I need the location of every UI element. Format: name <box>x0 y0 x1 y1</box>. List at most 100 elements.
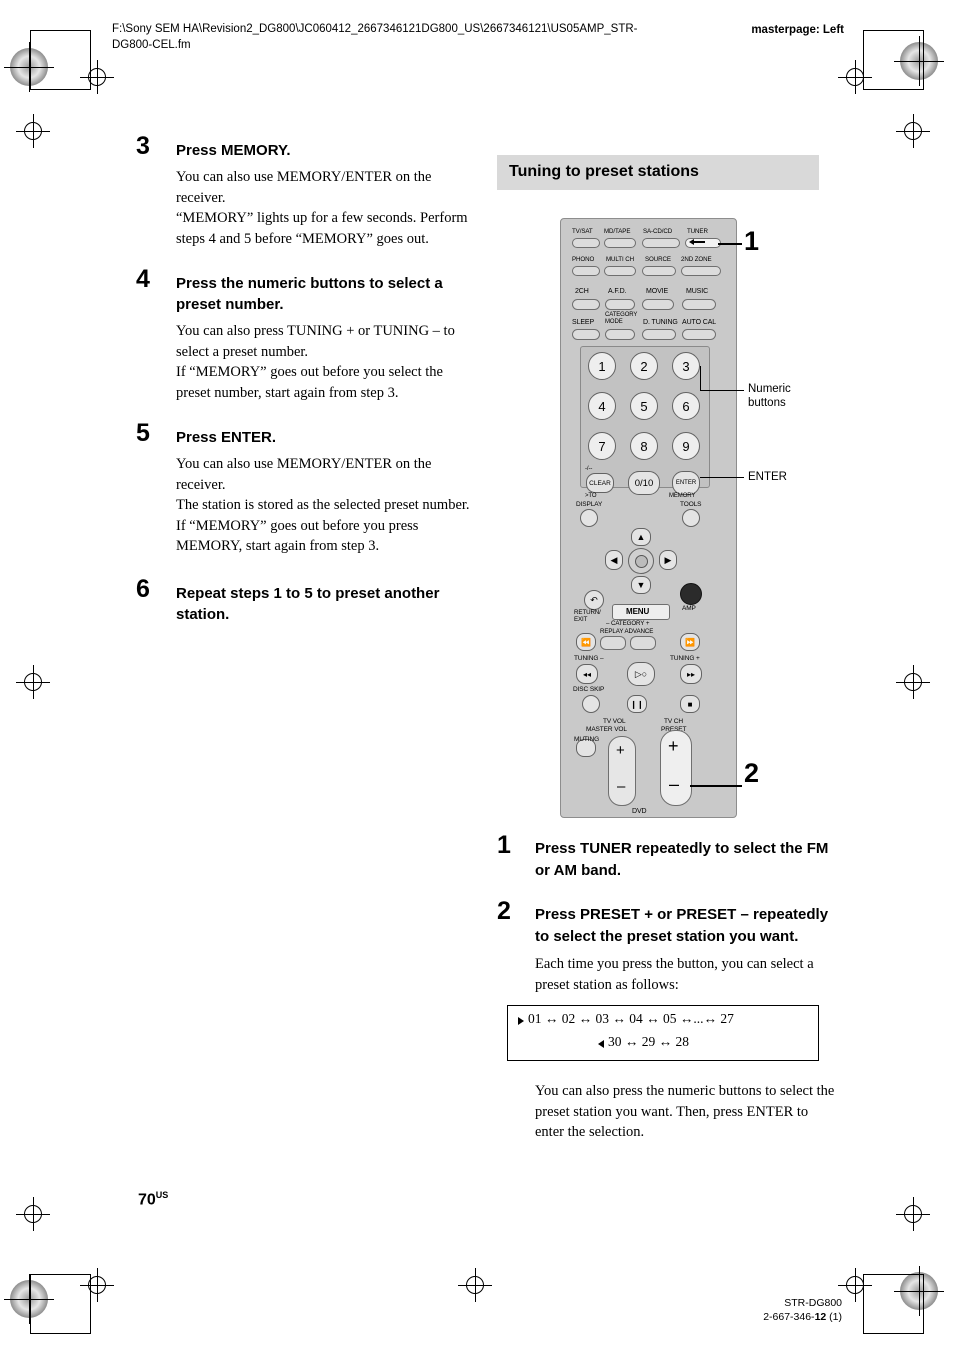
remote-button-advance[interactable] <box>630 636 656 650</box>
remote-button-next-track[interactable]: ⏩ <box>680 633 700 651</box>
remote-key-1[interactable]: 1 <box>588 352 616 380</box>
remote-label-multich: MULTI CH <box>606 256 634 263</box>
remote-button-multich[interactable] <box>604 266 636 276</box>
remote-button-rewind[interactable]: ◂◂ <box>576 664 598 684</box>
registration-target-bottom-left <box>4 1274 54 1324</box>
trim-line-top-right-v <box>923 30 924 90</box>
step-4-body: You can also press TUNING + or TUNING – … <box>176 323 455 401</box>
preset-minus-icon: – <box>669 774 679 794</box>
left-column: 3 Press MEMORY. You can also use MEMORY/… <box>136 134 476 643</box>
crop-mark-top-right-inner <box>838 60 872 94</box>
remote-button-nav-down[interactable]: ▼ <box>631 576 651 594</box>
remote-key-5[interactable]: 5 <box>630 392 658 420</box>
masterpage-label: masterpage: Left <box>751 24 844 36</box>
remote-button-stop[interactable]: ■ <box>680 695 700 713</box>
preset-plus-icon: + <box>668 736 679 756</box>
remote-button-nav-up[interactable]: ▲ <box>631 528 651 546</box>
file-path-header: F:\Sony SEM HA\Revision2_DG800\JC060412_… <box>112 23 638 51</box>
registration-target-top-left <box>4 42 54 92</box>
crop-mark-left-lower <box>16 1197 50 1231</box>
remote-button-music[interactable] <box>682 299 716 310</box>
right-step-1-title: Press TUNER repeatedly to select the FM … <box>535 840 829 879</box>
remote-button-source[interactable] <box>642 266 676 276</box>
remote-key-7[interactable]: 7 <box>588 432 616 460</box>
enter-leader <box>700 477 744 478</box>
remote-button-sacdcd[interactable] <box>642 238 680 248</box>
remote-label-tuning-plus: TUNING + <box>670 655 700 662</box>
preset-cycle-bottom-row: 30 ↔ 29 ↔ 28 <box>608 1034 689 1049</box>
footer-doc-c: (1) <box>826 1311 842 1323</box>
remote-button-2ch[interactable] <box>572 299 600 310</box>
remote-button-play[interactable]: ▷○ <box>627 662 655 686</box>
remote-button-enter[interactable]: ENTER <box>672 471 700 495</box>
remote-button-category-mode[interactable] <box>605 329 635 340</box>
remote-button-return[interactable]: ↶ <box>584 590 604 610</box>
right-step-1-number: 1 <box>497 831 511 859</box>
remote-key-3[interactable]: 3 <box>672 352 700 380</box>
remote-button-phono[interactable] <box>572 266 600 276</box>
master-volume-plus-icon: + <box>616 742 625 759</box>
trim-line-bottom-left-v2 <box>90 1274 91 1334</box>
remote-label-tools: TOOLS <box>680 501 702 508</box>
remote-label-phono: PHONO <box>572 256 595 263</box>
preset-cycle-arrow-in <box>518 1017 524 1025</box>
remote-button-clear[interactable]: CLEAR <box>586 473 614 493</box>
remote-label-source: SOURCE <box>645 256 671 263</box>
registration-target-top-right <box>894 36 944 86</box>
remote-button-tvsat[interactable] <box>572 238 600 248</box>
remote-button-sleep[interactable] <box>572 329 600 340</box>
remote-key-8[interactable]: 8 <box>630 432 658 460</box>
remote-button-nav-left[interactable]: ◀ <box>605 550 623 570</box>
remote-button-afd[interactable] <box>605 299 635 310</box>
callout-numeric-buttons: Numeric buttons <box>748 383 791 409</box>
remote-button-display[interactable] <box>580 509 598 527</box>
trim-line-bottom-right-h2 <box>863 1274 923 1275</box>
step-5-body: You can also use MEMORY/ENTER on the rec… <box>176 456 470 554</box>
remote-button-disc-skip[interactable] <box>582 695 600 713</box>
step-3: 3 Press MEMORY. You can also use MEMORY/… <box>136 134 476 249</box>
remote-label-tv-vol: TV VOL <box>603 718 626 725</box>
callout-number-1: 1 <box>744 226 760 256</box>
preset-cycle-top-row: 01 ↔ 02 ↔ 03 ↔ 04 ↔ 05 ↔...↔ 27 <box>528 1011 734 1026</box>
step-3-body: You can also use MEMORY/ENTER on the rec… <box>176 169 468 247</box>
remote-label-movie: MOVIE <box>646 288 669 295</box>
remote-key-4[interactable]: 4 <box>588 392 616 420</box>
step-6: 6 Repeat steps 1 to 5 to preset another … <box>136 576 476 625</box>
trim-line-bottom-left-h2 <box>31 1274 91 1275</box>
remote-button-dtuning[interactable] <box>642 329 676 340</box>
remote-button-movie[interactable] <box>642 299 674 310</box>
step-3-number: 3 <box>136 132 150 160</box>
page-number-value: 70 <box>138 1191 156 1209</box>
remote-label-dtuning: D. TUNING <box>643 319 678 326</box>
remote-button-pause[interactable]: ❙❙ <box>627 695 647 713</box>
remote-key-9[interactable]: 9 <box>672 432 700 460</box>
remote-button-mdtape[interactable] <box>604 238 636 248</box>
right-step-2-closing: You can also press the numeric buttons t… <box>535 1083 835 1140</box>
callout-1-leader <box>718 243 742 245</box>
remote-key-2[interactable]: 2 <box>630 352 658 380</box>
remote-button-prev-track[interactable]: ⏪ <box>576 633 596 651</box>
remote-button-fast-forward[interactable]: ▸▸ <box>680 664 702 684</box>
remote-button-amp-led[interactable] <box>680 583 702 605</box>
tuner-highlight-arrow-line <box>693 241 705 243</box>
remote-label-disc-skip: DISC SKIP <box>573 686 605 693</box>
right-step-2-number: 2 <box>497 897 511 925</box>
numeric-buttons-leader-v <box>700 366 701 391</box>
crop-mark-bottom-center <box>458 1268 492 1302</box>
trim-line-bottom-right-h <box>864 1333 924 1334</box>
remote-button-autocal[interactable] <box>682 329 716 340</box>
remote-label-afd: A.F.D. <box>608 288 627 295</box>
remote-key-6[interactable]: 6 <box>672 392 700 420</box>
page-number: 70US <box>138 1190 168 1209</box>
remote-label-tuning-minus: TUNING – <box>574 655 604 662</box>
trim-line-bottom-left-h <box>30 1333 90 1334</box>
remote-button-replay[interactable] <box>600 636 626 650</box>
trim-line-top-left-h2 <box>31 89 91 90</box>
step-3-title: Press MEMORY. <box>176 142 291 159</box>
remote-button-nav-right[interactable]: ▶ <box>659 550 677 570</box>
preset-cycle-diagram: 01 ↔ 02 ↔ 03 ↔ 04 ↔ 05 ↔...↔ 27 30 ↔ 29 … <box>507 1005 819 1061</box>
remote-button-tools[interactable] <box>682 509 700 527</box>
remote-button-2ndzone[interactable] <box>681 266 721 276</box>
remote-button-0-10[interactable]: 0/10 <box>628 471 660 495</box>
remote-button-nav-enter[interactable] <box>628 548 654 574</box>
